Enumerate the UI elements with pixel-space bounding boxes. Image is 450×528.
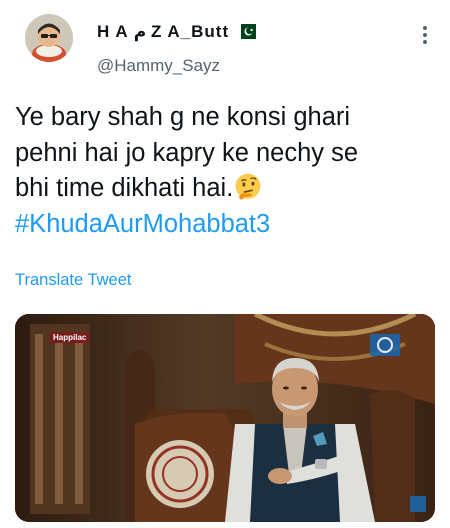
tweet-text-line: pehni hai jo kapry ke nechy se [15,138,359,167]
display-name[interactable]: H A م Z A_Butt [97,22,229,42]
hashtag-link[interactable]: #KhudaAurMohabbat3 [15,207,440,243]
user-handle[interactable]: @Hammy_Sayz [97,56,220,76]
tweet-text-line-with-emoji: bhi time dikhati hai. [15,171,440,207]
pakistan-flag-icon [236,24,256,39]
avatar-image [25,14,73,62]
tv-drama-still [15,314,435,522]
avatar[interactable] [25,14,73,62]
translate-tweet-link[interactable]: Translate Tweet [15,271,131,290]
tweet-text-line: Ye bary shah g ne konsi ghari [15,103,351,131]
thinking-face-icon [235,173,261,200]
tweet-media[interactable]: Happilac [15,314,435,522]
channel-badge: Happilac [50,332,90,343]
tweet-text: Ye bary shah g ne konsi ghari pehni hai … [15,100,440,242]
more-options-icon[interactable] [417,24,433,46]
tweet: H A م Z A_Butt @Hammy_Sayz Ye bary shah … [0,0,450,528]
tweet-text-line: bhi time dikhati hai. [15,174,234,202]
